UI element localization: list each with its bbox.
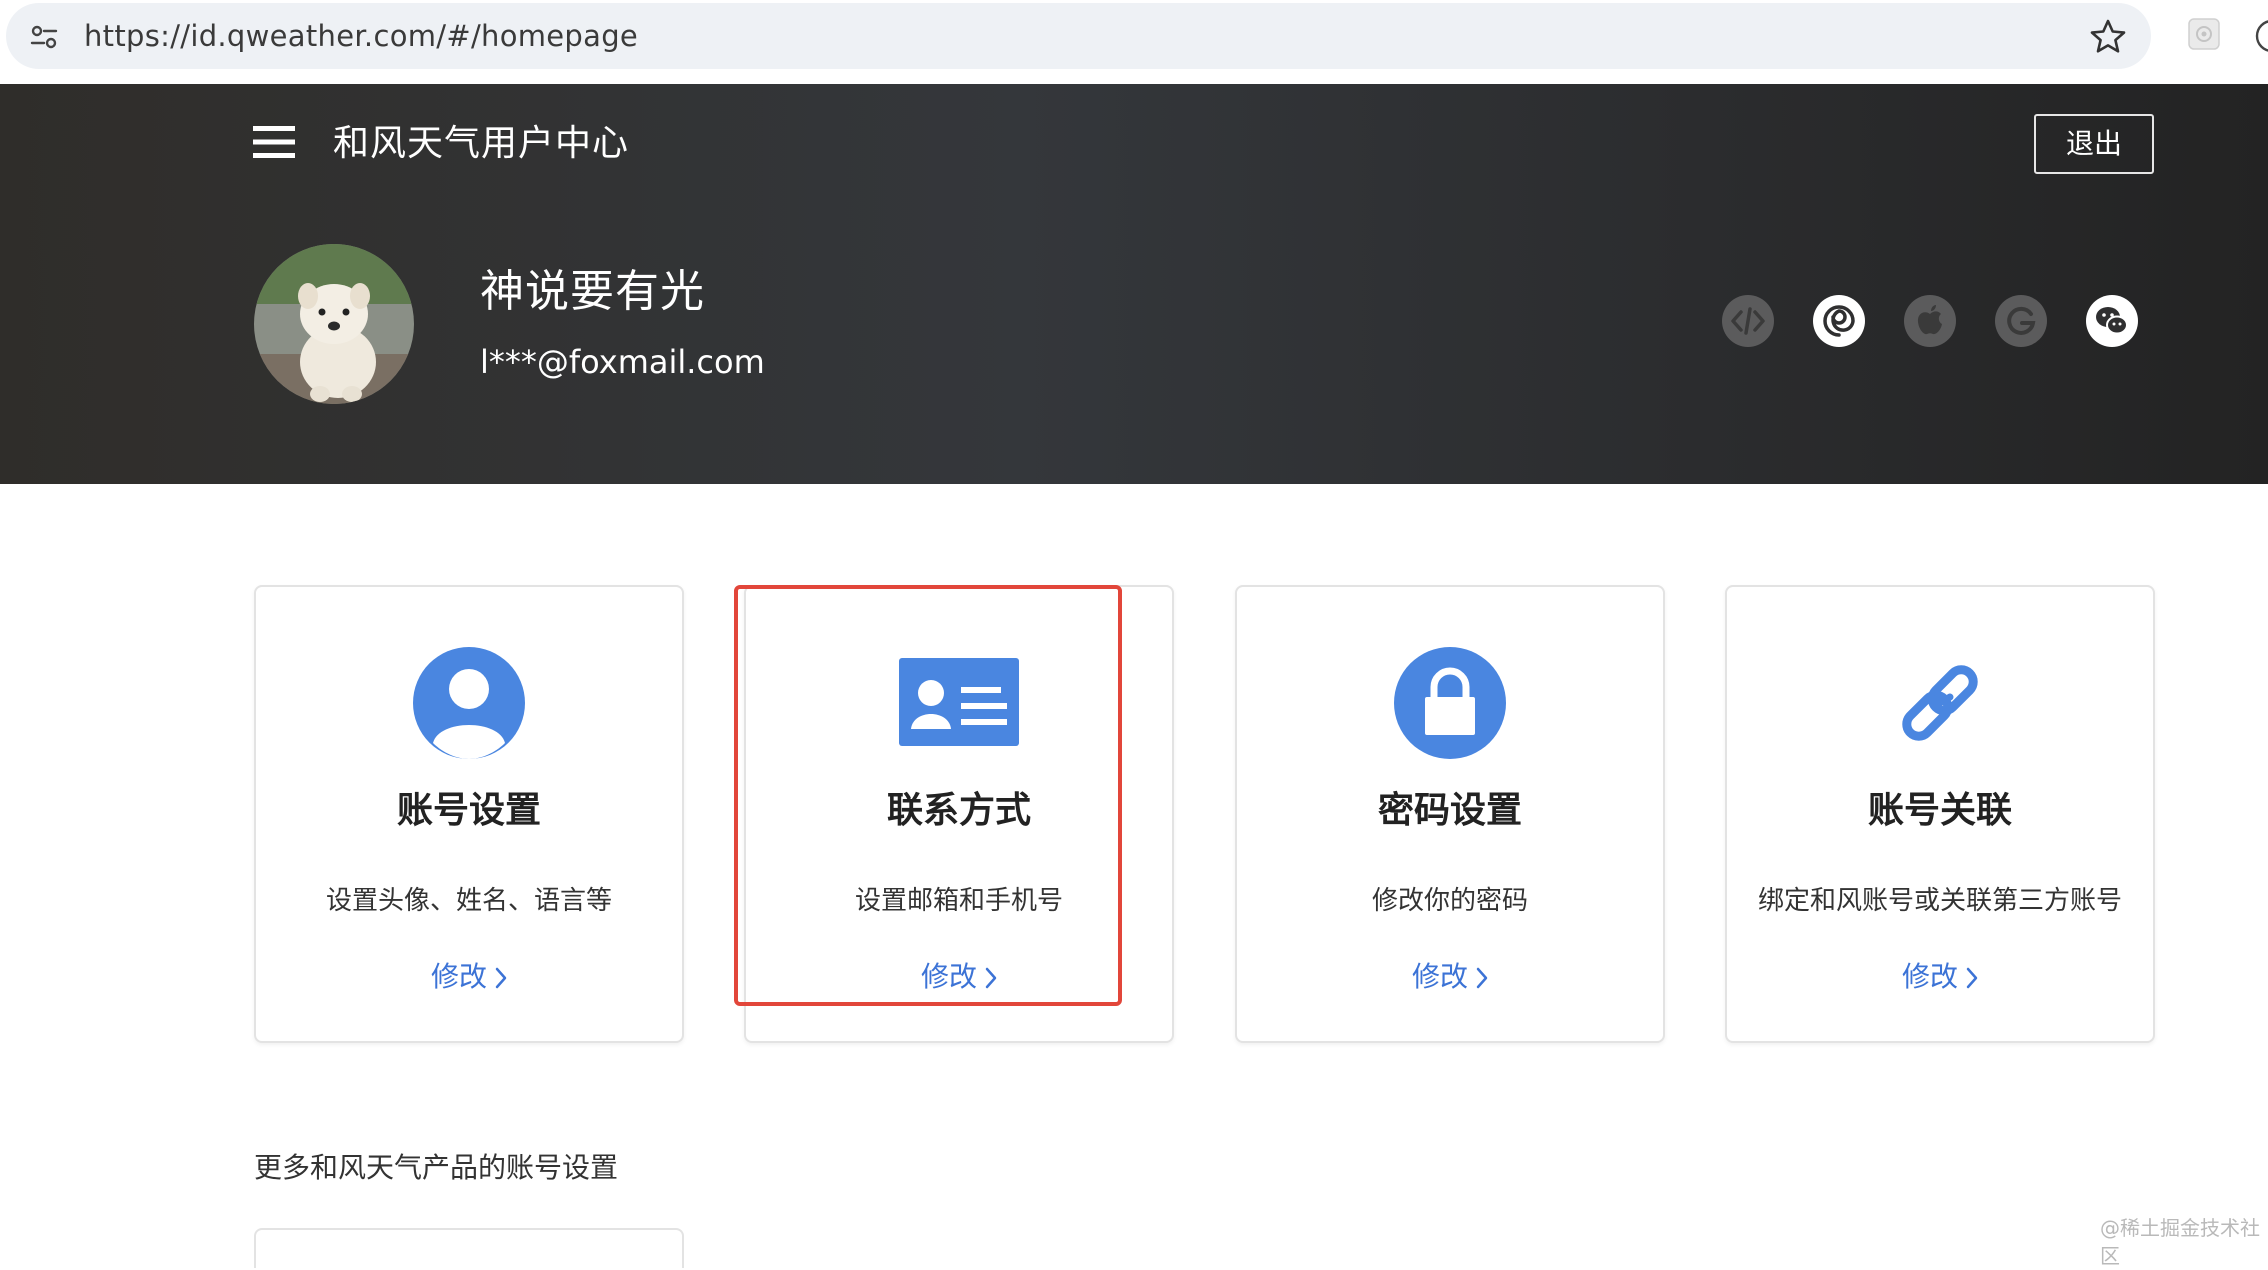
chevron-right-icon bbox=[985, 967, 997, 989]
browser-profile-icon[interactable] bbox=[2252, 16, 2268, 56]
card-contact-info[interactable]: 联系方式 设置邮箱和手机号 修改 bbox=[744, 585, 1174, 1043]
link-chain-icon bbox=[1902, 665, 1978, 741]
card-title: 联系方式 bbox=[886, 790, 1031, 831]
user-email: l***@foxmail.com bbox=[480, 343, 765, 381]
apple-icon[interactable] bbox=[1903, 294, 1957, 348]
modify-link-label[interactable]: 修改 bbox=[1412, 960, 1468, 993]
url-text[interactable]: https://id.qweather.com/#/homepage bbox=[84, 16, 638, 56]
modify-link-label[interactable]: 修改 bbox=[921, 960, 977, 993]
address-bar[interactable]: https://id.qweather.com/#/homepage bbox=[6, 3, 2151, 69]
logout-button[interactable]: 退出 bbox=[2034, 114, 2154, 174]
card-description: 修改你的密码 bbox=[1371, 886, 1528, 916]
lock-icon bbox=[1394, 647, 1506, 759]
wechat-icon[interactable] bbox=[2085, 294, 2139, 348]
modify-link[interactable]: 修改 bbox=[1237, 957, 1663, 997]
developer-code-icon[interactable] bbox=[1721, 294, 1775, 348]
card-title: 密码设置 bbox=[1377, 790, 1522, 831]
chevron-right-icon bbox=[1966, 967, 1978, 989]
user-header: 和风天气用户中心 退出 神说要有光 l***@foxmail.com bbox=[0, 84, 2268, 484]
card-password-settings[interactable]: 密码设置 修改你的密码 修改 bbox=[1235, 585, 1665, 1043]
modify-link[interactable]: 修改 bbox=[256, 957, 682, 997]
google-icon[interactable] bbox=[1994, 294, 2048, 348]
card-account-settings[interactable]: 账号设置 设置头像、姓名、语言等 修改 bbox=[254, 585, 684, 1043]
card-description: 绑定和风账号或关联第三方账号 bbox=[1757, 886, 2122, 916]
hamburger-menu-icon[interactable] bbox=[253, 124, 295, 160]
contact-card-icon bbox=[899, 658, 1019, 746]
qweather-swirl-icon[interactable] bbox=[1812, 294, 1866, 348]
card-account-linking[interactable]: 账号关联 绑定和风账号或关联第三方账号 修改 bbox=[1725, 585, 2155, 1043]
watermark: @稀土掘金技术社区 bbox=[2100, 1216, 2260, 1268]
card-title: 账号关联 bbox=[1867, 790, 2012, 831]
chevron-right-icon bbox=[495, 967, 507, 989]
product-card-partial[interactable] bbox=[254, 1228, 684, 1268]
card-title: 账号设置 bbox=[396, 790, 541, 831]
avatar[interactable] bbox=[254, 244, 414, 404]
card-description: 设置头像、姓名、语言等 bbox=[325, 886, 612, 916]
bookmark-star-icon[interactable] bbox=[2088, 17, 2128, 57]
chevron-right-icon bbox=[1476, 967, 1488, 989]
browser-toolbar: https://id.qweather.com/#/homepage bbox=[0, 0, 2268, 84]
modify-link[interactable]: 修改 bbox=[1727, 957, 2153, 997]
user-name: 神说要有光 bbox=[480, 266, 705, 317]
modify-link[interactable]: 修改 bbox=[746, 957, 1172, 997]
modify-link-label[interactable]: 修改 bbox=[431, 960, 487, 993]
site-title: 和风天气用户中心 bbox=[333, 123, 630, 164]
user-avatar-icon bbox=[413, 647, 525, 759]
modify-link-label[interactable]: 修改 bbox=[1902, 960, 1958, 993]
extension-icon[interactable] bbox=[2186, 16, 2222, 52]
site-settings-icon[interactable] bbox=[28, 21, 60, 53]
more-products-title: 更多和风天气产品的账号设置 bbox=[254, 1151, 619, 1184]
card-description: 设置邮箱和手机号 bbox=[854, 886, 1063, 916]
puppy-avatar-image bbox=[254, 244, 414, 404]
